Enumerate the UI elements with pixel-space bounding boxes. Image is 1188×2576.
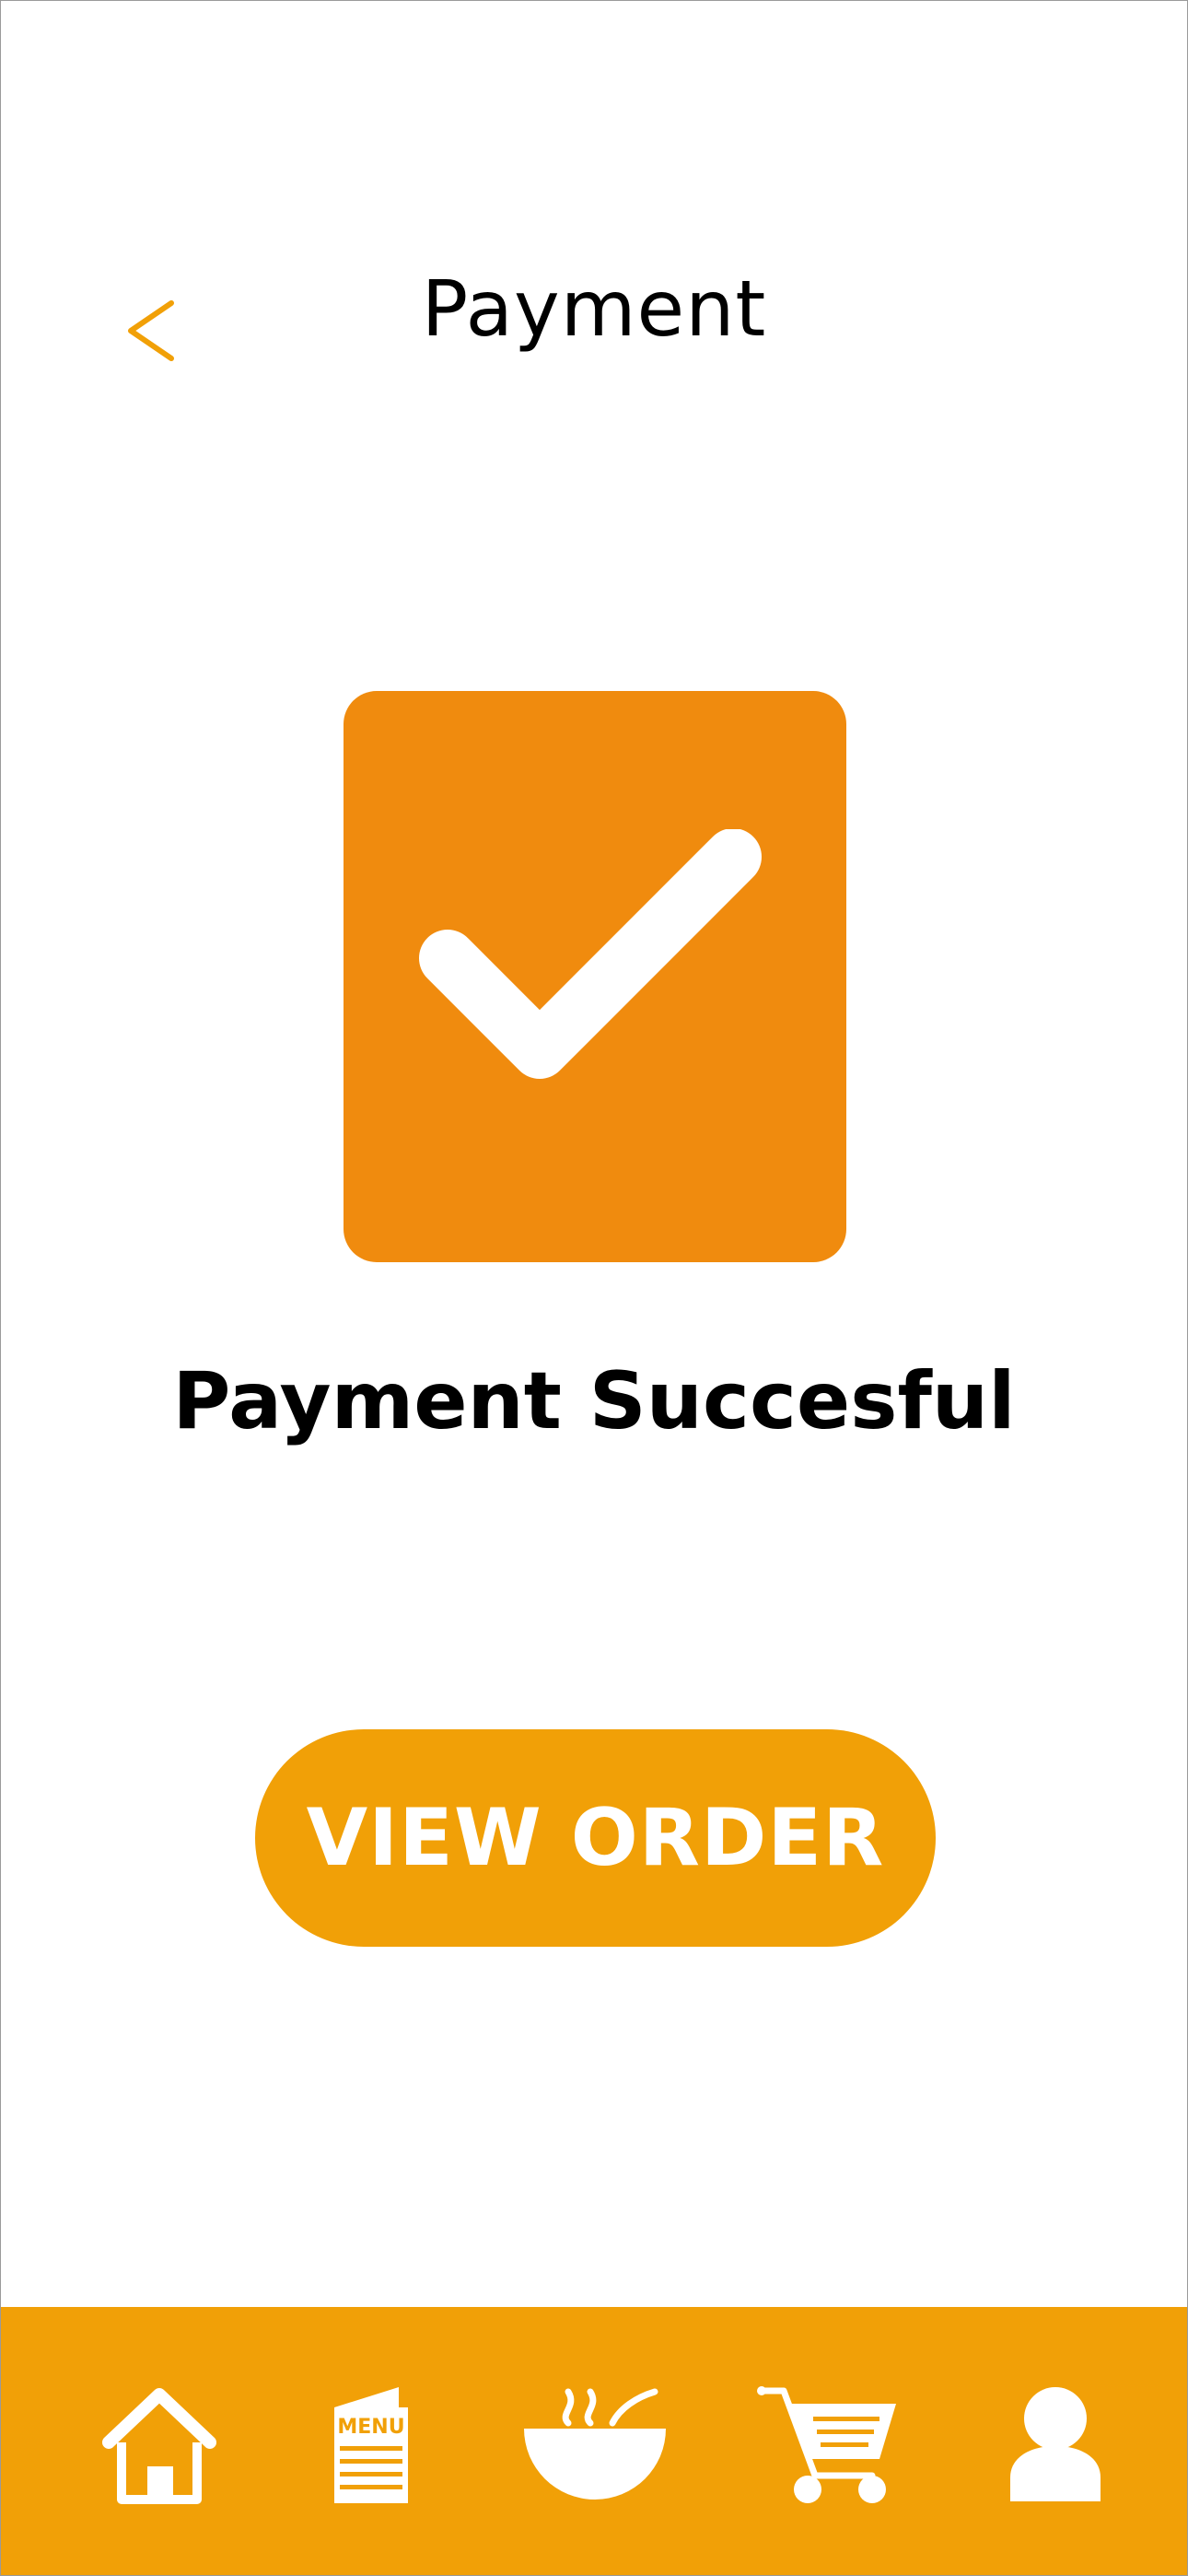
nav-item-profile[interactable] <box>1000 2381 1111 2510</box>
profile-icon <box>1010 2387 1101 2501</box>
cart-icon <box>757 2386 896 2503</box>
food-bowl-icon <box>524 2388 666 2500</box>
menu-label: MENU <box>337 2416 404 2439</box>
home-icon <box>102 2388 216 2504</box>
nav-item-cart[interactable] <box>756 2381 903 2510</box>
page-title: Payment <box>421 263 767 354</box>
payment-screen: Payment Payment Succesful VIEW ORDER MEN… <box>0 0 1188 2576</box>
view-order-button[interactable]: VIEW ORDER <box>255 1729 936 1947</box>
nav-item-menu[interactable]: MENU <box>320 2381 422 2510</box>
success-card <box>344 691 846 1262</box>
bottom-navigation: MENU <box>1 2307 1187 2575</box>
menu-icon: MENU <box>334 2387 408 2503</box>
success-message: Payment Succesful <box>172 1355 1016 1447</box>
nav-item-dishes[interactable] <box>517 2381 673 2510</box>
checkmark-icon <box>419 829 762 1079</box>
nav-item-home[interactable] <box>95 2381 224 2510</box>
